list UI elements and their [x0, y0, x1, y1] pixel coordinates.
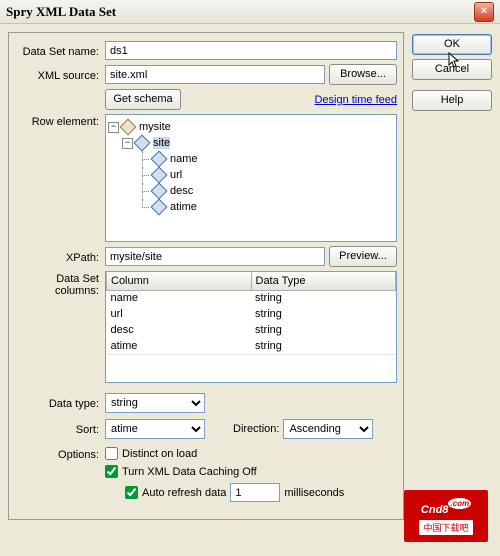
auto-refresh-checkbox[interactable] — [125, 486, 138, 499]
tree-connector — [136, 183, 150, 199]
columns-label: Data Set columns: — [15, 271, 101, 297]
window-title: Spry XML Data Set — [6, 4, 474, 20]
tree-node-child[interactable]: − site — [108, 135, 394, 151]
dialog-body: Data Set name: XML source: Browse... Get… — [0, 24, 500, 528]
table-row[interactable]: namestring — [107, 290, 396, 306]
xml-tree[interactable]: − mysite − site name url — [105, 114, 397, 242]
element-icon — [151, 183, 168, 200]
tree-label: name — [170, 153, 198, 165]
xml-source-input[interactable] — [105, 65, 325, 84]
table-row[interactable]: atimestring — [107, 338, 396, 354]
options-label: Options: — [15, 447, 101, 461]
element-icon — [151, 151, 168, 168]
cancel-button[interactable]: Cancel — [412, 59, 492, 80]
collapse-icon[interactable]: − — [108, 122, 119, 133]
columns-table[interactable]: Column Data Type namestring urlstring de… — [105, 271, 397, 383]
table-header-row: Column Data Type — [107, 272, 396, 290]
element-icon — [120, 119, 137, 136]
tree-connector — [136, 167, 150, 183]
xpath-input[interactable] — [105, 247, 325, 266]
xml-source-label: XML source: — [15, 68, 101, 82]
titlebar: Spry XML Data Set × — [0, 0, 500, 24]
element-icon — [134, 135, 151, 152]
element-icon — [151, 199, 168, 216]
tree-label: mysite — [139, 121, 171, 133]
row-element-label: Row element: — [15, 114, 101, 128]
watermark-badge: Cnd8.com 中国下载吧 — [404, 490, 488, 542]
table-spacer — [107, 354, 396, 382]
data-set-name-input[interactable] — [105, 41, 397, 60]
tree-connector — [136, 199, 150, 215]
tree-node-root[interactable]: − mysite — [108, 119, 394, 135]
ok-button[interactable]: OK — [412, 34, 492, 55]
side-button-column: OK Cancel Help — [412, 32, 492, 520]
tree-node-leaf[interactable]: name — [108, 151, 394, 167]
tree-node-leaf[interactable]: desc — [108, 183, 394, 199]
distinct-label: Distinct on load — [122, 448, 197, 460]
data-type-select[interactable]: string — [105, 393, 205, 413]
tree-label: desc — [170, 185, 193, 197]
caching-label: Turn XML Data Caching Off — [122, 466, 257, 478]
design-time-feed-link[interactable]: Design time feed — [314, 94, 397, 106]
col-header-column[interactable]: Column — [107, 272, 252, 290]
form-panel: Data Set name: XML source: Browse... Get… — [8, 32, 404, 520]
preview-button[interactable]: Preview... — [329, 246, 397, 267]
xpath-label: XPath: — [15, 250, 101, 264]
distinct-checkbox[interactable] — [105, 447, 118, 460]
caching-checkbox[interactable] — [105, 465, 118, 478]
tree-node-leaf[interactable]: url — [108, 167, 394, 183]
data-set-name-label: Data Set name: — [15, 44, 101, 58]
data-type-label: Data type: — [15, 396, 101, 410]
sort-label: Sort: — [15, 422, 101, 436]
auto-refresh-label: Auto refresh data — [142, 487, 226, 499]
tree-connector — [136, 151, 150, 167]
tree-node-leaf[interactable]: atime — [108, 199, 394, 215]
direction-select[interactable]: Ascending — [283, 419, 373, 439]
direction-label: Direction: — [233, 423, 279, 435]
col-header-datatype[interactable]: Data Type — [251, 272, 396, 290]
browse-button[interactable]: Browse... — [329, 64, 397, 85]
tree-label: site — [153, 137, 170, 149]
help-button[interactable]: Help — [412, 90, 492, 111]
tree-label: url — [170, 169, 182, 181]
refresh-ms-input[interactable] — [230, 483, 280, 502]
get-schema-button[interactable]: Get schema — [105, 89, 181, 110]
spacer — [15, 99, 101, 101]
tree-label: atime — [170, 201, 197, 213]
table-row[interactable]: descstring — [107, 322, 396, 338]
sort-select[interactable]: atime — [105, 419, 205, 439]
milliseconds-label: milliseconds — [284, 487, 344, 499]
close-button[interactable]: × — [474, 2, 494, 22]
element-icon — [151, 167, 168, 184]
collapse-icon[interactable]: − — [122, 138, 133, 149]
table-row[interactable]: urlstring — [107, 306, 396, 322]
